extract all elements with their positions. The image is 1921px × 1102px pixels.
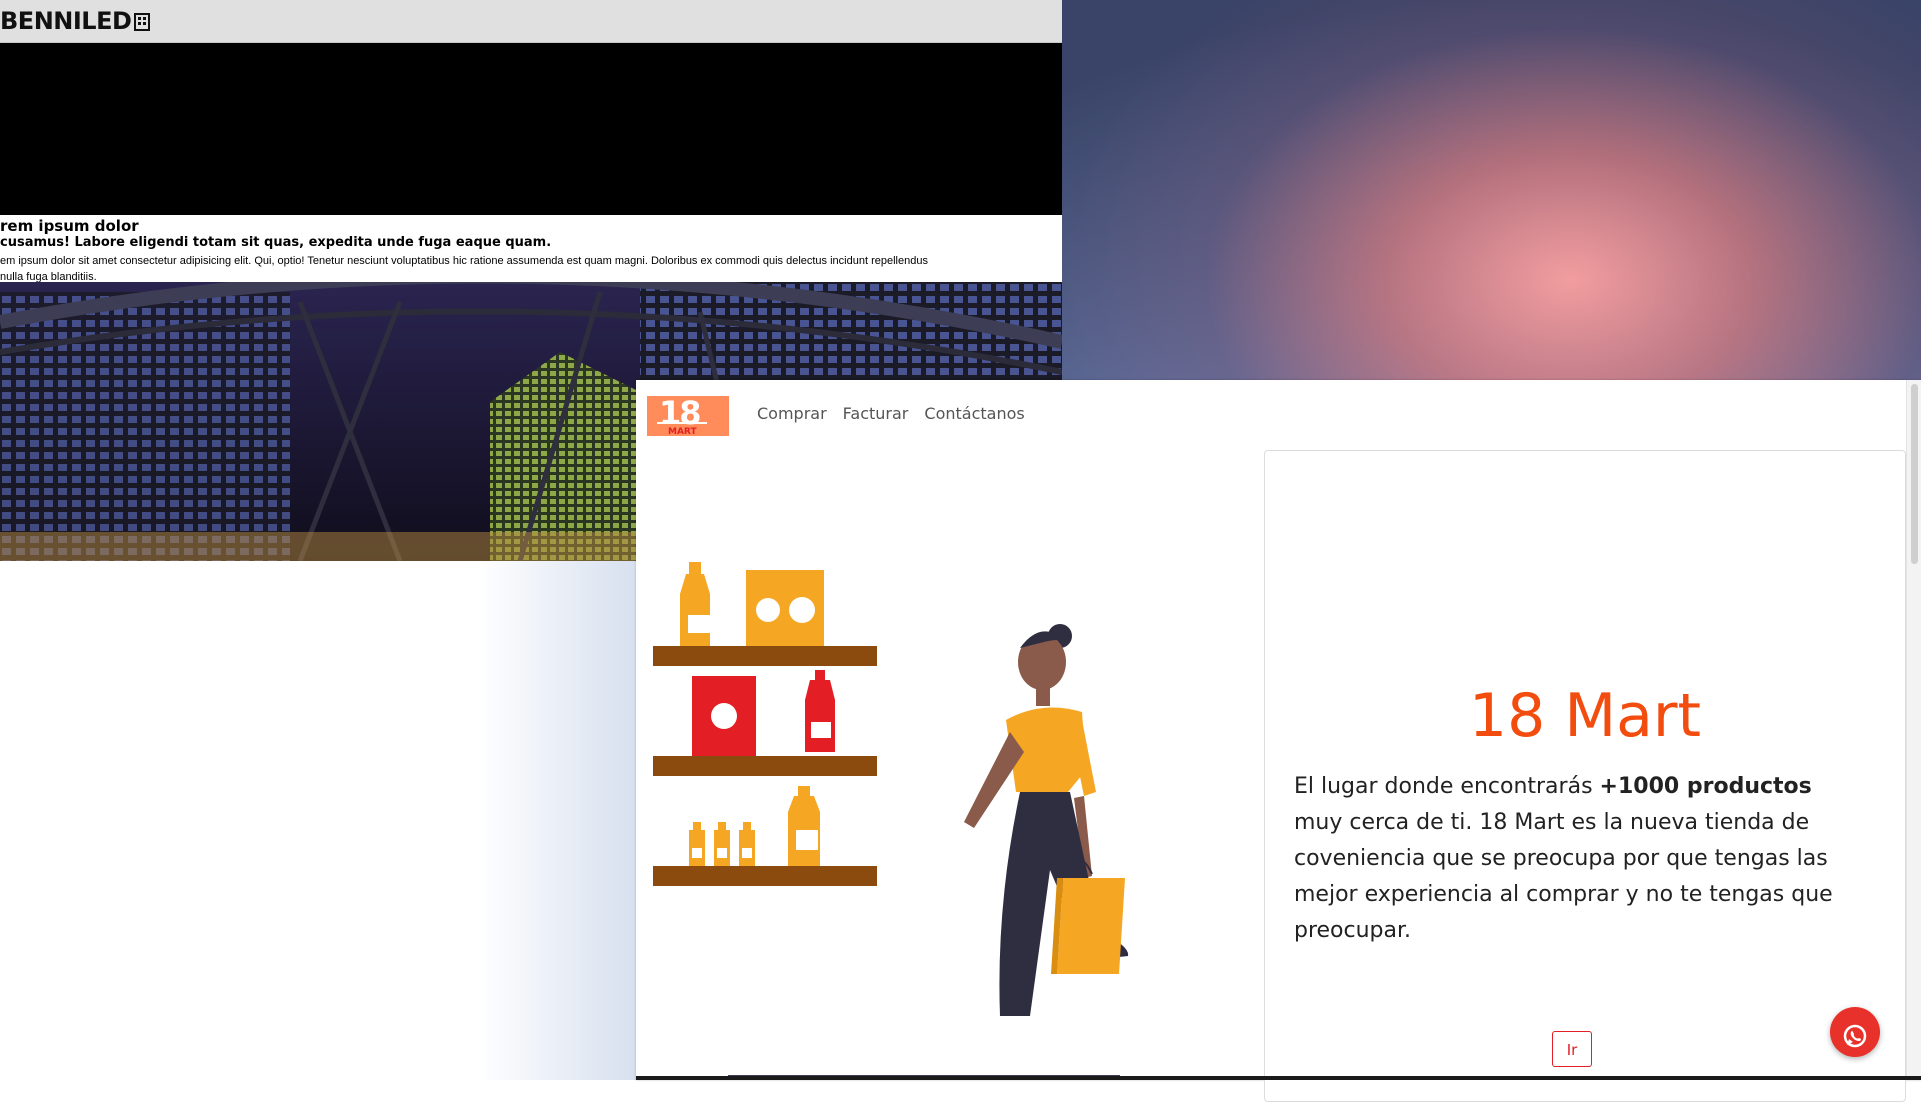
hero-go-button[interactable]: Ir — [1552, 1031, 1592, 1067]
bottle-icon — [788, 786, 820, 866]
hero-card: 18 Mart El lugar donde encontrarás +1000… — [1264, 450, 1906, 1102]
shelf-icon — [653, 866, 877, 886]
back-paragraph-line: nulla fuga blanditiis. — [0, 271, 97, 282]
nav-link-comprar[interactable]: Comprar — [757, 404, 827, 423]
back-hero-video-area — [0, 43, 1062, 215]
brand-logo[interactable]: 18 MART — [647, 394, 729, 437]
main-nav: Comprar Facturar Contáctanos — [757, 404, 1025, 423]
hero-desc-text: El lugar donde encontrarás — [1294, 774, 1600, 799]
back-logo-text: BENNILED — [0, 7, 132, 35]
shopping-bag-icon — [1057, 878, 1125, 974]
back-subheading: cusamus! Labore eligendi totam sit quas,… — [0, 235, 552, 250]
back-site-logo[interactable]: BENNILED — [0, 7, 151, 35]
hero-desc-text: muy cerca de ti. 18 Mart es la nueva tie… — [1294, 810, 1833, 943]
shelf-icon — [653, 646, 877, 666]
brand-name: MART — [668, 427, 697, 437]
nav-link-contactanos[interactable]: Contáctanos — [924, 404, 1024, 423]
hero-title: 18 Mart — [1468, 681, 1702, 751]
shelf-icon — [653, 756, 877, 776]
hero-description: El lugar donde encontrarás +1000 product… — [1294, 769, 1864, 949]
back-paragraph: em ipsum dolor sit amet consectetur adip… — [0, 253, 928, 282]
whatsapp-icon — [1843, 1024, 1867, 1048]
scrollbar-thumb[interactable] — [1911, 384, 1918, 564]
desktop-white-area — [0, 560, 636, 1080]
small-bottles-icon — [689, 822, 755, 866]
front-browser-window[interactable]: 18 MART Comprar Facturar Contáctanos 18 … — [636, 380, 1921, 1102]
nav-link-facturar[interactable]: Facturar — [843, 404, 909, 423]
bottle-icon — [680, 562, 710, 646]
hero-desc-highlight: +1000 productos — [1599, 774, 1812, 799]
chips-bag-icon — [746, 570, 824, 646]
back-heading: rem ipsum dolor — [0, 217, 139, 235]
shopping-illustration — [636, 560, 1236, 1080]
page-scrollbar[interactable] — [1906, 380, 1921, 1080]
chips-bag-icon — [692, 676, 756, 756]
back-text-block: rem ipsum dolor cusamus! Labore eligendi… — [0, 215, 1062, 282]
window-bottom-edge — [636, 1076, 1921, 1080]
building-icon — [134, 13, 151, 31]
brand-logo-stripe — [657, 422, 707, 424]
whatsapp-button[interactable] — [1830, 1007, 1880, 1057]
back-site-header: BENNILED — [0, 0, 1062, 43]
shopper-with-shelves-illustration — [653, 562, 1129, 1077]
woman-shopper-icon — [964, 624, 1129, 1016]
back-paragraph-line: em ipsum dolor sit amet consectetur adip… — [0, 255, 928, 267]
ketchup-bottle-icon — [805, 670, 835, 752]
